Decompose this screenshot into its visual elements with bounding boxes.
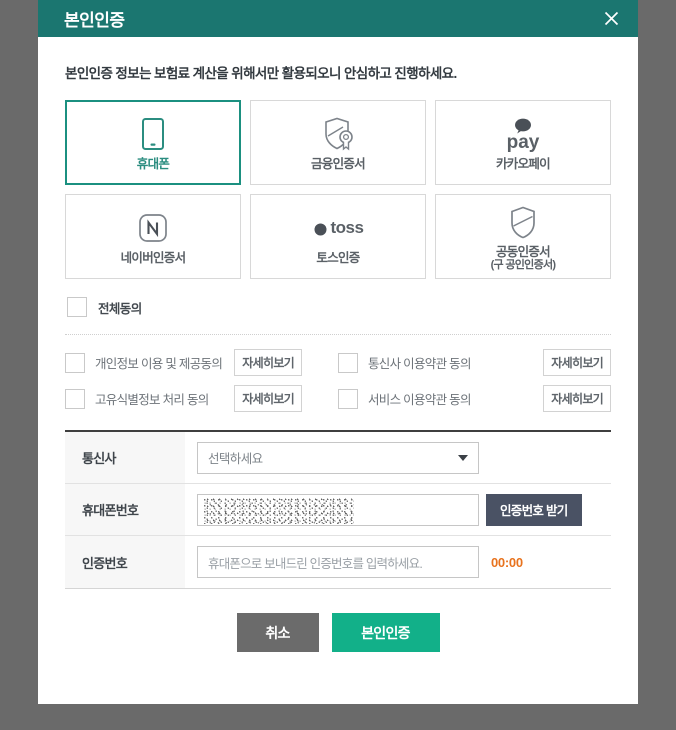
auth-code-placeholder: 휴대폰으로 보내드린 인증번호를 입력하세요. <box>208 556 423 571</box>
shield-certificate-icon <box>321 113 355 155</box>
modal-title: 본인인증 <box>64 11 125 30</box>
auth-card-mobile[interactable]: 휴대폰 <box>65 100 241 185</box>
checkbox-unique-id-consent[interactable] <box>65 388 85 409</box>
naver-n-icon <box>138 207 168 249</box>
auth-code-value-cell: 휴대폰으로 보내드린 인증번호를 입력하세요. 00:00 <box>185 536 611 588</box>
countdown-timer: 00:00 <box>491 554 523 570</box>
auth-label-text: 카카오페이 <box>495 157 551 172</box>
kakaopay-icon: pay <box>506 113 540 155</box>
auth-card-naver-cert[interactable]: 네이버인증서 <box>65 194 241 279</box>
shield-icon <box>508 201 538 243</box>
checkbox-carrier-terms[interactable] <box>338 352 358 373</box>
auth-label-text: 공동인증서 <box>495 244 551 259</box>
agree-all-label: 전체동의 <box>98 301 142 316</box>
agreement-label: 통신사 이용약관 동의 <box>368 357 471 371</box>
checkbox-service-terms[interactable] <box>338 388 358 409</box>
carrier-label: 통신사 <box>65 432 185 483</box>
auth-card-joint-cert[interactable]: 공동인증서 (구 공인인증서) <box>435 194 611 279</box>
privacy-notice: 본인인증 정보는 보험료 계산을 위해서만 활용되오니 안심하고 진행하세요. <box>65 66 457 81</box>
agreement-row-unique-id: 고유식별정보 처리 동의 자세히보기 <box>65 385 338 412</box>
verify-button[interactable]: 본인인증 <box>331 613 440 652</box>
request-auth-code-button[interactable]: 인증번호 받기 <box>486 493 582 526</box>
cancel-button[interactable]: 취소 <box>236 613 319 652</box>
auth-card-label: 네이버인증서 <box>120 251 187 266</box>
auth-code-input[interactable]: 휴대폰으로 보내드린 인증번호를 입력하세요. <box>197 546 479 578</box>
smartphone-icon <box>141 113 165 155</box>
auth-method-grid-row1: 휴대폰 금융인증서 pay 카카오페이 <box>65 100 611 185</box>
verification-form: 통신사 선택하세요 휴대폰번호 인증번호 받기 인증번호 휴대폰으로 보내드린 … <box>65 430 611 589</box>
toss-icon: toss <box>313 207 364 249</box>
auth-card-label: 토스인증 <box>316 251 360 266</box>
toss-wordmark: toss <box>330 218 364 238</box>
phone-number-redacted-value <box>204 497 354 524</box>
close-icon[interactable] <box>598 6 624 32</box>
checkbox-agree-all[interactable] <box>67 297 87 317</box>
phone-label: 휴대폰번호 <box>65 484 185 535</box>
carrier-select[interactable]: 선택하세요 <box>197 441 479 474</box>
auth-label-text: 네이버인증서 <box>120 251 187 266</box>
auth-label-sub: (구 공인인증서) <box>490 259 557 272</box>
agreement-row-privacy: 개인정보 이용 및 제공동의 자세히보기 <box>65 349 338 376</box>
carrier-value-cell: 선택하세요 <box>185 432 611 483</box>
agree-all-row[interactable]: 전체동의 <box>65 279 611 334</box>
identity-verification-modal: 본인인증 본인인증 정보는 보험료 계산을 위해서만 활용되오니 안심하고 진행… <box>38 0 638 704</box>
agreement-row-service-terms: 서비스 이용약관 동의 자세히보기 <box>338 385 611 412</box>
auth-label-text: 휴대폰 <box>136 157 170 172</box>
detail-button-privacy[interactable]: 자세히보기 <box>234 349 302 376</box>
kakaopay-wordmark: pay <box>506 131 540 153</box>
agreement-row-carrier-terms: 통신사 이용약관 동의 자세히보기 <box>338 349 611 376</box>
carrier-selected-value: 선택하세요 <box>208 452 263 466</box>
auth-card-toss[interactable]: toss 토스인증 <box>250 194 426 279</box>
agreement-list: 개인정보 이용 및 제공동의 자세히보기 통신사 이용약관 동의 자세히보기 고… <box>65 335 611 426</box>
auth-card-finance-cert[interactable]: 금융인증서 <box>250 100 426 185</box>
phone-number-input[interactable] <box>197 493 479 526</box>
auth-card-label: 금융인증서 <box>310 157 366 172</box>
agreement-label: 고유식별정보 처리 동의 <box>95 393 209 407</box>
modal-footer: 취소 본인인증 <box>65 589 611 652</box>
modal-body: 본인인증 정보는 보험료 계산을 위해서만 활용되오니 안심하고 진행하세요. … <box>38 37 638 704</box>
checkbox-privacy-consent[interactable] <box>65 352 85 373</box>
chevron-down-icon <box>458 454 468 461</box>
auth-label-text: 금융인증서 <box>310 157 366 172</box>
detail-button-service-terms[interactable]: 자세히보기 <box>543 385 611 412</box>
auth-card-label: 카카오페이 <box>495 157 551 172</box>
auth-label-text: 토스인증 <box>316 251 360 266</box>
modal-header: 본인인증 <box>38 0 638 37</box>
agreement-label: 개인정보 이용 및 제공동의 <box>95 357 223 371</box>
form-row-carrier: 통신사 선택하세요 <box>65 432 611 484</box>
phone-value-cell: 인증번호 받기 <box>185 484 611 535</box>
form-row-auth-code: 인증번호 휴대폰으로 보내드린 인증번호를 입력하세요. 00:00 <box>65 536 611 588</box>
form-row-phone: 휴대폰번호 인증번호 받기 <box>65 484 611 536</box>
auth-code-label: 인증번호 <box>65 536 185 588</box>
auth-card-label: 휴대폰 <box>136 157 170 172</box>
detail-button-carrier-terms[interactable]: 자세히보기 <box>543 349 611 376</box>
detail-button-unique-id[interactable]: 자세히보기 <box>234 385 302 412</box>
auth-method-grid-row2: 네이버인증서 toss 토스인증 공동인증서 (구 공인인증서) <box>65 194 611 279</box>
auth-card-kakaopay[interactable]: pay 카카오페이 <box>435 100 611 185</box>
auth-card-label: 공동인증서 (구 공인인증서) <box>490 244 557 272</box>
agreement-label: 서비스 이용약관 동의 <box>368 393 471 407</box>
